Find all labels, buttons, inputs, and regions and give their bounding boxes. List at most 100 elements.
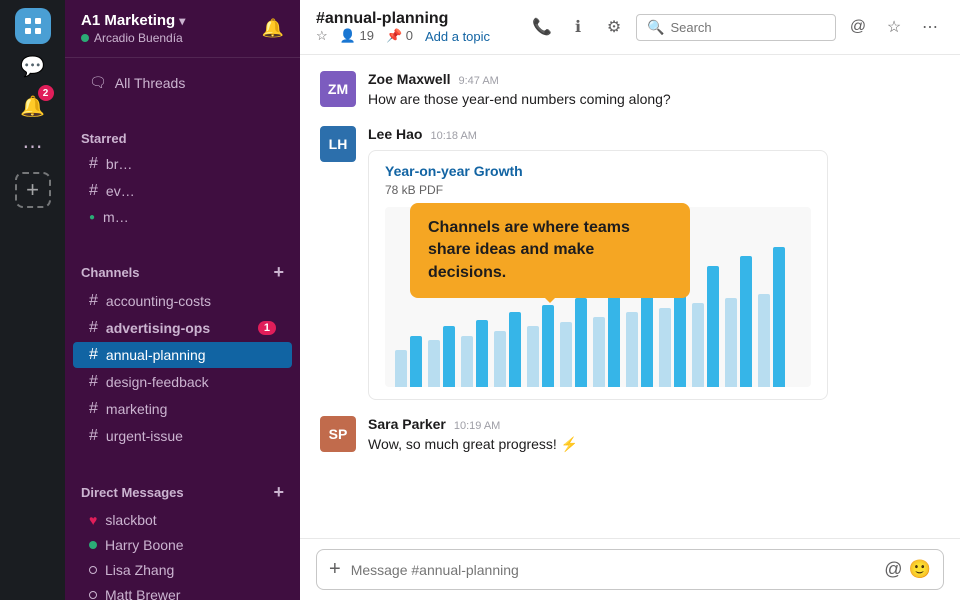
message-content-3: Sara Parker 10:19 AM Wow, so much great … [368,416,940,455]
pin-count: 📌 0 [386,28,413,44]
message-input[interactable] [351,562,875,578]
bookmark-icon[interactable]: ☆ [880,13,908,41]
bar-group [692,266,719,387]
message-header-2: Lee Hao 10:18 AM [368,126,940,142]
message-sara-parker: SP Sara Parker 10:19 AM Wow, so much gre… [320,416,940,455]
emoji-icon[interactable]: 🙂 [909,559,931,580]
bar-group [725,256,752,387]
bar-group [494,312,521,387]
at-icon[interactable]: @ [844,13,872,41]
message-zoe-maxwell: ZM Zoe Maxwell 9:47 AM How are those yea… [320,71,940,110]
channels-header: Channels + [65,246,300,287]
advertising-ops-badge: 1 [258,321,276,335]
more-options-icon[interactable]: ⋯ [916,13,944,41]
bar-light [527,326,539,387]
settings-icon[interactable]: ⚙ [600,13,628,41]
attachment-title[interactable]: Year-on-year Growth [385,163,811,179]
workspace-name[interactable]: A1 Marketing ▾ [81,12,185,29]
threads-icon: 🗨 [89,74,107,91]
bar-light [593,317,605,387]
dm-slackbot[interactable]: ♥ slackbot [73,508,292,532]
message-input-area: + @ 🙂 [300,538,960,600]
channel-annual-planning[interactable]: # annual-planning [73,342,292,368]
bar-dark [542,305,554,387]
starred-item-3[interactable]: ● m… [73,205,292,229]
dm-matt-brewer[interactable]: Matt Brewer [73,583,292,600]
add-dm-button[interactable]: + [273,482,284,503]
message-time-3: 10:19 AM [454,420,500,432]
channel-urgent-issue[interactable]: # urgent-issue [73,423,292,449]
add-workspace-button[interactable]: + [15,172,51,208]
bar-light [659,308,671,387]
channel-meta: ☆ 👤 19 📌 0 Add a topic [316,28,490,44]
message-text-1: How are those year-end numbers coming al… [368,89,940,110]
header-actions: 📞 ℹ ⚙ 🔍 @ ☆ ⋯ [528,13,944,41]
dm-lisa-zhang[interactable]: Lisa Zhang [73,558,292,582]
channel-advertising-ops[interactable]: # advertising-ops 1 [73,315,292,341]
starred-section: Starred # br… # ev… ● m… [65,107,300,238]
channel-design-feedback[interactable]: # design-feedback [73,369,292,395]
add-channel-button[interactable]: + [273,262,284,283]
bar-light [560,322,572,387]
add-attachment-button[interactable]: + [329,558,341,581]
bar-light [494,331,506,387]
dm-harry-boone[interactable]: Harry Boone [73,533,292,557]
message-header-1: Zoe Maxwell 9:47 AM [368,71,940,87]
bar-dark [443,326,455,387]
bar-group [428,326,455,387]
channel-accounting-costs[interactable]: # accounting-costs [73,288,292,314]
main-content: #annual-planning ☆ 👤 19 📌 0 Add a topic … [300,0,960,600]
starred-item-2[interactable]: # ev… [73,178,292,204]
member-count: 👤 19 [340,28,374,44]
more-icon[interactable]: ⋯ [15,128,51,164]
bar-group [758,247,785,387]
dm-icon[interactable]: 💬 [15,48,51,84]
tooltip: Channels are where teams share ideas and… [410,203,690,298]
channel-title: #annual-planning [316,10,490,28]
message-text-3: Wow, so much great progress! ⚡ [368,434,940,455]
message-content-1: Zoe Maxwell 9:47 AM How are those year-e… [368,71,940,110]
bar-light [725,298,737,387]
channel-marketing[interactable]: # marketing [73,396,292,422]
user-status: Arcadio Buendía [81,31,185,45]
notifications-icon[interactable]: 🔔 [15,88,51,124]
info-icon[interactable]: ℹ [564,13,592,41]
channel-sidebar: A1 Marketing ▾ Arcadio Buendía 🔔 🗨 All T… [65,0,300,600]
bar-dark [740,256,752,387]
bar-group [626,284,653,387]
add-topic-link[interactable]: Add a topic [425,29,490,44]
at-mention-icon[interactable]: @ [884,559,902,580]
bar-group [395,336,422,387]
avatar-zoe: ZM [320,71,356,107]
message-time-2: 10:18 AM [430,130,476,142]
bar-dark [707,266,719,387]
channel-header: #annual-planning ☆ 👤 19 📌 0 Add a topic … [300,0,960,55]
starred-item-1[interactable]: # br… [73,151,292,177]
bell-icon[interactable]: 🔔 [262,18,284,39]
bar-light [626,312,638,387]
call-icon[interactable]: 📞 [528,13,556,41]
offline-dot-icon [89,566,97,574]
workspace-chevron-icon: ▾ [179,14,185,28]
slackbot-heart-icon: ♥ [89,512,97,528]
message-time-1: 9:47 AM [458,75,498,87]
message-header-3: Sara Parker 10:19 AM [368,416,940,432]
star-icon[interactable]: ☆ [316,28,328,44]
avatar-sara: SP [320,416,356,452]
search-box: 🔍 [636,14,836,41]
message-input-box: + @ 🙂 [316,549,944,590]
all-threads-item[interactable]: 🗨 All Threads [73,68,292,97]
dm-header: Direct Messages + [65,466,300,507]
bar-dark [476,320,488,387]
all-threads-section: 🗨 All Threads [65,58,300,107]
online-dot-icon [89,541,97,549]
bar-light [428,340,440,387]
bar-light [758,294,770,387]
search-input[interactable] [670,20,825,35]
message-author-1: Zoe Maxwell [368,71,450,87]
bar-light [395,350,407,387]
status-dot [81,34,89,42]
channels-section: Channels + # accounting-costs # advertis… [65,238,300,458]
bar-group [527,305,554,387]
home-icon[interactable] [15,8,51,44]
